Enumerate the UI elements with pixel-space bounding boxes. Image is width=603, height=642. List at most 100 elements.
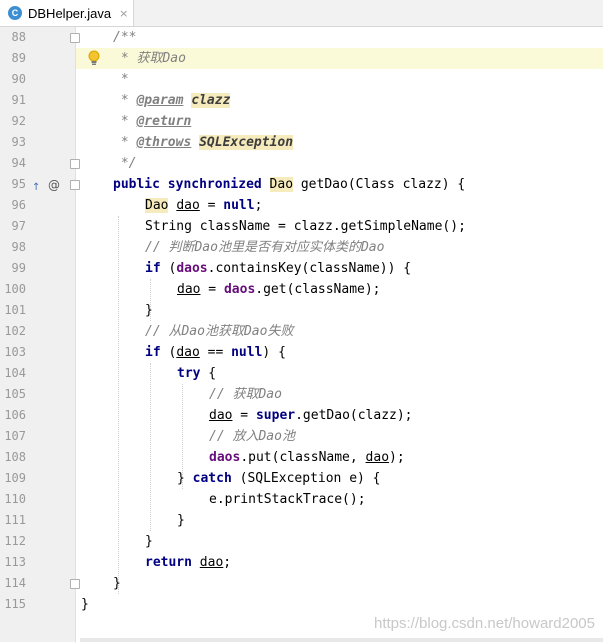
javadoc-tag: @throws xyxy=(136,135,192,150)
fold-marker[interactable] xyxy=(70,159,80,169)
code-text: if (daos.containsKey(className)) { xyxy=(145,258,411,279)
line-number: 101 xyxy=(4,303,26,317)
code-rest: .containsKey(className)) { xyxy=(207,261,412,276)
variable: dao xyxy=(177,282,201,297)
code-text: * xyxy=(113,72,129,87)
keyword: synchronized xyxy=(167,177,262,192)
code-line: 103 if (dao == null) { xyxy=(0,342,603,363)
code-line: 101 } xyxy=(0,300,603,321)
code-line: 92 * @return xyxy=(0,111,603,132)
line-number: 104 xyxy=(4,366,26,380)
tab-dbhelper-java[interactable]: C DBHelper.java × xyxy=(0,0,134,26)
editor-tab-bar: C DBHelper.java × xyxy=(0,0,603,27)
keyword: return xyxy=(145,555,192,570)
comment-prefix: * xyxy=(113,93,137,108)
field-ref: daos xyxy=(176,261,208,276)
line-number: 98 xyxy=(11,240,26,254)
keyword: super xyxy=(255,408,296,423)
line-number: 91 xyxy=(11,93,26,107)
code-text: */ xyxy=(113,156,137,171)
line-number: 88 xyxy=(11,30,26,44)
fold-marker[interactable] xyxy=(70,579,80,589)
code-line: 96 Dao dao = null; xyxy=(0,195,603,216)
javadoc-tag-value: SQLException xyxy=(199,135,294,150)
fold-marker[interactable] xyxy=(70,33,80,43)
line-number: 109 xyxy=(4,471,26,485)
code-line: 109 } catch (SQLException e) { xyxy=(0,468,603,489)
code-end: ; xyxy=(223,555,232,570)
code-text: * @param clazz xyxy=(113,90,231,111)
code-text: Dao dao = null; xyxy=(145,195,262,216)
keyword: catch xyxy=(192,471,232,486)
code-rest: = xyxy=(199,198,224,213)
code-text: * 获取Dao xyxy=(113,51,186,66)
line-number: 105 xyxy=(4,387,26,401)
line-number: 95 xyxy=(11,177,26,191)
code-line: 111 } xyxy=(0,510,603,531)
code-line: 112 } xyxy=(0,531,603,552)
code-line: 95 ↑ @ public synchronized Dao getDao(Cl… xyxy=(0,174,603,195)
field-ref: daos xyxy=(223,282,256,297)
code-rest: .get(className); xyxy=(255,282,381,297)
code-rest: getDao(Class clazz) { xyxy=(293,177,466,192)
code-line: 102 // 从Dao池获取Dao失败 xyxy=(0,321,603,342)
line-number: 103 xyxy=(4,345,26,359)
code-text: } xyxy=(145,534,153,549)
line-number: 113 xyxy=(4,555,26,569)
line-number: 94 xyxy=(11,156,26,170)
code-text: } xyxy=(113,576,121,591)
variable: dao xyxy=(176,198,200,213)
code-text: /** xyxy=(113,30,137,45)
code-line: 89 * 获取Dao xyxy=(0,48,603,69)
tab-label: DBHelper.java xyxy=(28,5,112,21)
type-ref: Dao xyxy=(269,177,294,192)
keyword: public xyxy=(113,177,160,192)
code-open: ( xyxy=(160,345,177,360)
code-line: 107 // 放入Dao池 xyxy=(0,426,603,447)
line-number: 89 xyxy=(11,51,26,65)
code-rest: .put(className, xyxy=(240,450,366,465)
code-open: } xyxy=(177,471,193,486)
type-ref: Dao xyxy=(145,198,169,213)
code-text: // 判断Dao池里是否有对应实体类的Dao xyxy=(145,240,385,255)
close-icon[interactable]: × xyxy=(119,7,128,20)
code-text: public synchronized Dao getDao(Class cla… xyxy=(113,174,465,195)
code-line: 98 // 判断Dao池里是否有对应实体类的Dao xyxy=(0,237,603,258)
code-line: 114 } xyxy=(0,573,603,594)
code-rest: (SQLException e) { xyxy=(231,471,381,486)
annotation-icon[interactable]: @ xyxy=(48,175,60,196)
code-text: } xyxy=(81,597,89,612)
code-rest: { xyxy=(200,366,217,381)
javadoc-tag: @return xyxy=(136,114,192,129)
javadoc-tag-value: clazz xyxy=(191,93,231,108)
code-text: dao = super.getDao(clazz); xyxy=(209,405,413,426)
code-line: 115 } xyxy=(0,594,603,615)
code-line: 91 * @param clazz xyxy=(0,90,603,111)
fold-marker[interactable] xyxy=(70,180,80,190)
line-number: 97 xyxy=(11,219,26,233)
line-number: 108 xyxy=(4,450,26,464)
code-line: 94 */ xyxy=(0,153,603,174)
variable: dao xyxy=(199,555,224,570)
horizontal-scrollbar[interactable] xyxy=(80,638,603,642)
line-number: 93 xyxy=(11,135,26,149)
code-text: * @throws SQLException xyxy=(113,132,294,153)
code-end: ; xyxy=(254,198,263,213)
code-text: // 放入Dao池 xyxy=(209,429,295,444)
code-line: 97 String className = clazz.getSimpleNam… xyxy=(0,216,603,237)
java-class-icon: C xyxy=(8,6,22,20)
line-number: 96 xyxy=(11,198,26,212)
field-ref: daos xyxy=(209,450,241,465)
line-number: 106 xyxy=(4,408,26,422)
code-text: e.printStackTrace(); xyxy=(209,492,366,507)
line-number: 112 xyxy=(4,534,26,548)
comment-prefix: * xyxy=(113,114,137,129)
line-number: 115 xyxy=(4,597,26,611)
line-number: 107 xyxy=(4,429,26,443)
code-line: 106 dao = super.getDao(clazz); xyxy=(0,405,603,426)
code-text: } xyxy=(145,303,153,318)
code-line: 100 dao = daos.get(className); xyxy=(0,279,603,300)
code-line: 90 * xyxy=(0,69,603,90)
code-text: try { xyxy=(177,363,216,384)
code-line: 108 daos.put(className, dao); xyxy=(0,447,603,468)
